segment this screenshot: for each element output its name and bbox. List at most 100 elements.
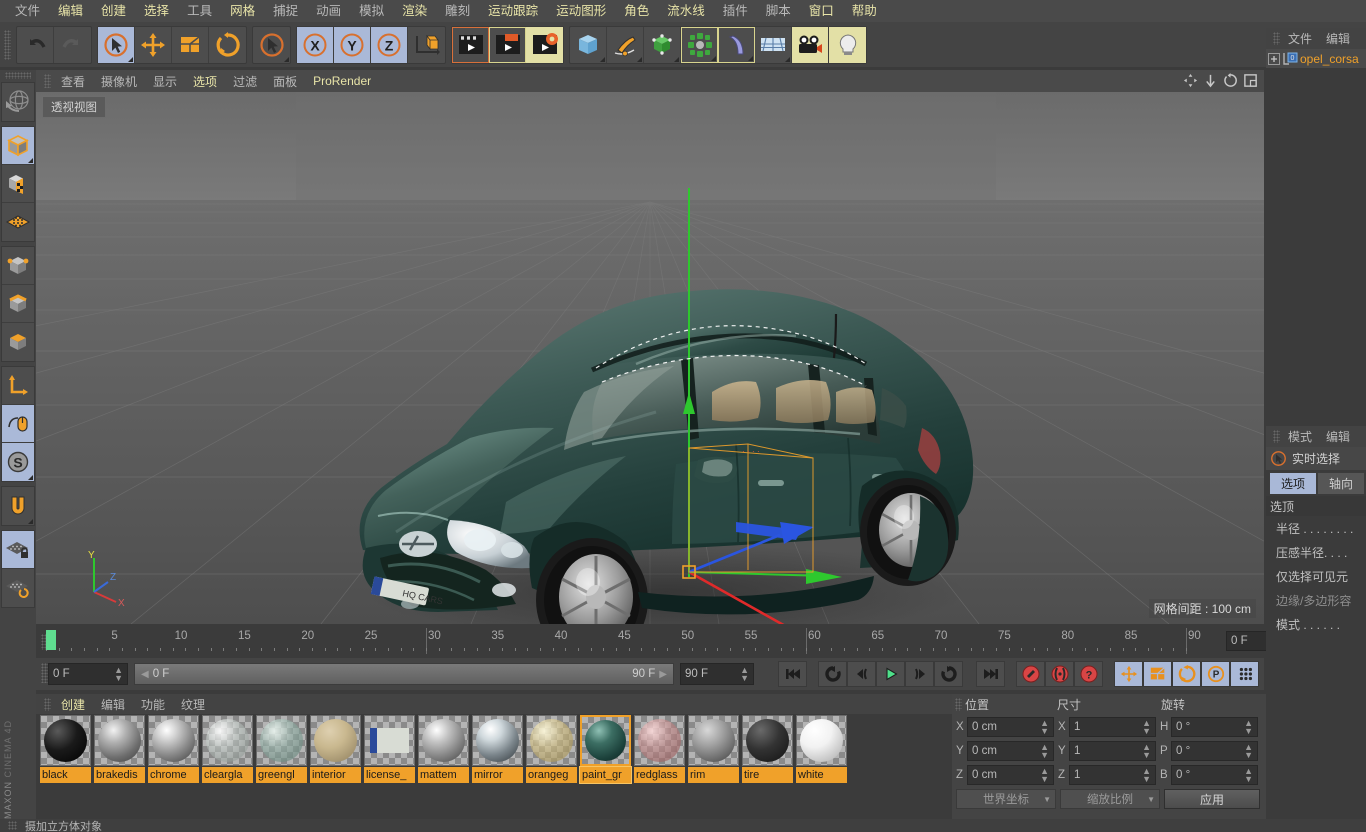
polygons-mode-icon[interactable]	[2, 323, 34, 361]
material-item[interactable]: mattem	[418, 715, 469, 783]
scale-icon[interactable]	[172, 26, 209, 63]
polygon-grid-icon[interactable]	[2, 203, 34, 241]
position-spinner[interactable]: ▲ ▼	[1040, 718, 1049, 735]
menu-item-17[interactable]: 窗口	[800, 0, 843, 22]
position-key-icon[interactable]	[1114, 661, 1143, 687]
soft-selection-icon[interactable]: S	[2, 443, 34, 481]
menu-item-2[interactable]: 显示	[145, 73, 185, 90]
position-input[interactable]: 0 cm ▲ ▼	[967, 740, 1054, 761]
point-level-animation-icon[interactable]	[1230, 661, 1259, 687]
menu-item-11[interactable]: 运动跟踪	[479, 0, 547, 22]
primitive-cube-icon[interactable]	[570, 26, 607, 63]
material-item[interactable]: greengl	[256, 715, 307, 783]
play-button[interactable]	[876, 661, 905, 687]
attribute-row-label[interactable]: 压感半径. . . .	[1266, 540, 1366, 564]
toolbar-grip[interactable]	[4, 29, 11, 60]
axis-modify-icon[interactable]	[2, 367, 34, 405]
menu-item-12[interactable]: 运动图形	[547, 0, 615, 22]
points-mode-icon[interactable]	[2, 247, 34, 285]
zoom-view-icon[interactable]	[1203, 73, 1218, 88]
size-input[interactable]: 1 ▲ ▼	[1069, 764, 1156, 785]
undo-view-icon[interactable]	[2, 83, 34, 121]
position-input[interactable]: 0 cm ▲ ▼	[967, 764, 1054, 785]
material-item[interactable]: HQ CARSlicense_	[364, 715, 415, 783]
magnet-icon[interactable]	[2, 487, 34, 525]
menu-item-0[interactable]: 文件	[6, 0, 49, 22]
expand-plus-icon[interactable]	[1268, 52, 1280, 65]
size-spinner[interactable]: ▲ ▼	[1142, 742, 1151, 759]
undo-icon[interactable]	[17, 26, 54, 63]
position-spinner[interactable]: ▲ ▼	[1040, 766, 1049, 783]
start-frame-spinner[interactable]: ▲ ▼	[114, 666, 123, 683]
edges-mode-icon[interactable]	[2, 285, 34, 323]
menu-item-14[interactable]: 流水线	[658, 0, 714, 22]
keyframe-selection-button[interactable]: ?	[1074, 661, 1103, 687]
spline-pen-icon[interactable]	[607, 26, 644, 63]
render-region-icon[interactable]	[489, 26, 526, 63]
end-frame-field[interactable]: 90 F ▲ ▼	[680, 663, 754, 685]
step-forward-button[interactable]	[905, 661, 934, 687]
menu-item-7[interactable]: 动画	[307, 0, 350, 22]
menu-item-10[interactable]: 雕刻	[436, 0, 479, 22]
viewport-grip[interactable]	[44, 74, 51, 88]
size-spinner[interactable]: ▲ ▼	[1142, 766, 1151, 783]
timeline-range-bar[interactable]: ◀ 0 F 90 F ▶	[134, 663, 674, 685]
camera-icon[interactable]	[792, 26, 829, 63]
record-active-objects-button[interactable]	[1016, 661, 1045, 687]
viewport-view-label[interactable]: 透视视图	[42, 96, 106, 118]
axis-y-icon[interactable]: Y	[334, 26, 371, 63]
material-preview[interactable]	[742, 715, 793, 766]
menu-item-13[interactable]: 角色	[615, 0, 658, 22]
material-item[interactable]: white	[796, 715, 847, 783]
timeline-ruler[interactable]: 051015202530354045505560657075808590	[46, 628, 1201, 656]
material-preview[interactable]	[418, 715, 469, 766]
menu-item-1[interactable]: 编辑	[1319, 30, 1357, 47]
menu-item-4[interactable]: 过滤	[225, 73, 265, 90]
menu-item-15[interactable]: 插件	[714, 0, 757, 22]
rotation-input[interactable]: 0 ° ▲ ▼	[1171, 764, 1258, 785]
menu-item-9[interactable]: 渲染	[393, 0, 436, 22]
menu-item-1[interactable]: 编辑	[1319, 428, 1357, 445]
material-item[interactable]: mirror	[472, 715, 523, 783]
material-item[interactable]: black	[40, 715, 91, 783]
light-icon[interactable]	[829, 26, 866, 63]
material-preview[interactable]	[40, 715, 91, 766]
apply-button[interactable]: 应用	[1164, 789, 1260, 809]
go-to-end-button[interactable]	[976, 661, 1005, 687]
status-grip[interactable]	[8, 821, 17, 830]
material-grip[interactable]	[44, 697, 51, 711]
rotate-icon[interactable]	[209, 27, 246, 63]
menu-item-6[interactable]: ProRender	[305, 74, 379, 88]
attribute-manager-grip[interactable]	[1273, 430, 1280, 443]
size-spinner[interactable]: ▲ ▼	[1142, 718, 1151, 735]
menu-item-1[interactable]: 摄像机	[93, 73, 145, 90]
material-item[interactable]: orangeg	[526, 715, 577, 783]
material-item[interactable]: chrome	[148, 715, 199, 783]
material-preview[interactable]	[796, 715, 847, 766]
menu-item-0[interactable]: 创建	[53, 696, 93, 713]
menu-item-16[interactable]: 脚本	[757, 0, 800, 22]
material-preview[interactable]	[148, 715, 199, 766]
menu-item-3[interactable]: 选择	[135, 0, 178, 22]
coord-system-dropdown[interactable]: 世界坐标 ▼	[956, 789, 1056, 809]
material-item[interactable]: tire	[742, 715, 793, 783]
menu-item-6[interactable]: 捕捉	[264, 0, 307, 22]
menu-item-2[interactable]: 功能	[133, 696, 173, 713]
menu-item-5[interactable]: 面板	[265, 73, 305, 90]
menu-item-0[interactable]: 查看	[53, 73, 93, 90]
animation-toolbar-grip[interactable]	[41, 663, 48, 683]
step-back-button[interactable]	[847, 661, 876, 687]
rotation-input[interactable]: 0 ° ▲ ▼	[1171, 716, 1258, 737]
bend-deformer-icon[interactable]	[718, 26, 755, 63]
rotate-view-icon[interactable]	[1223, 73, 1238, 88]
rotation-spinner[interactable]: ▲ ▼	[1244, 742, 1253, 759]
object-row-opel-corsa[interactable]: 0 opel_corsa	[1266, 49, 1366, 69]
lock-workplane-icon[interactable]	[2, 531, 34, 569]
live-selection-icon[interactable]	[98, 26, 135, 63]
rotation-key-icon[interactable]	[1172, 661, 1201, 687]
object-manager-grip[interactable]	[1273, 32, 1280, 45]
go-to-start-button[interactable]	[778, 661, 807, 687]
scale-mode-dropdown[interactable]: 缩放比例 ▼	[1060, 789, 1160, 809]
previous-keyframe-button[interactable]	[818, 661, 847, 687]
menu-item-3[interactable]: 选项	[185, 73, 225, 90]
